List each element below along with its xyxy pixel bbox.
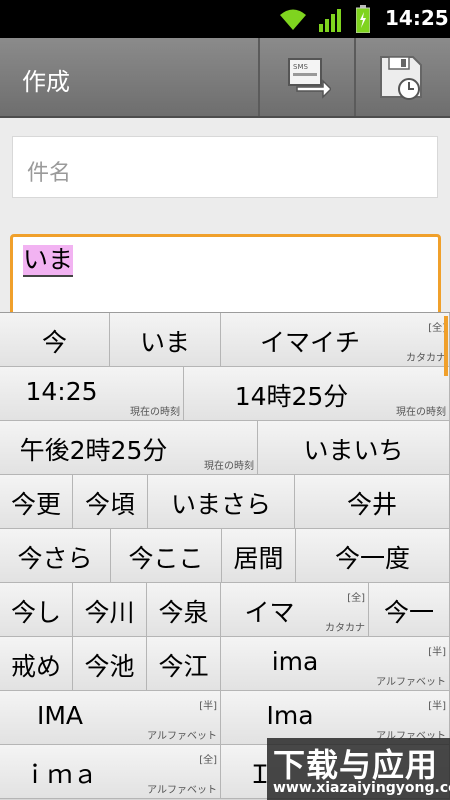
save-icon	[380, 56, 422, 100]
svg-text:SMS: SMS	[293, 63, 308, 71]
candidate-item[interactable]: 今更	[0, 475, 73, 529]
candidate-note: アルファベット	[147, 785, 217, 796]
candidate-item[interactable]: いまいち	[258, 421, 450, 475]
signal-icon	[319, 9, 341, 32]
candidate-item[interactable]: ima [半] アルファベット	[221, 637, 450, 691]
candidate-row: 今さら 今ここ 居間 今一度	[0, 529, 450, 583]
candidate-item[interactable]: 戒め	[0, 637, 73, 691]
status-bar: 14:25	[0, 0, 450, 38]
candidate-note: アルファベット	[376, 677, 446, 688]
candidate-item[interactable]: 今さら	[0, 529, 111, 583]
candidate-item[interactable]: 今ここ	[111, 529, 222, 583]
candidate-row: 今し 今川 今泉 イマ [全] カタカナ 今一	[0, 583, 450, 637]
candidate-word: ｉｍａ	[22, 760, 98, 789]
candidate-word: イマイチ	[259, 328, 360, 357]
candidate-item[interactable]: 今池	[73, 637, 147, 691]
candidate-word: 14時25分	[234, 382, 349, 411]
candidate-note-top: [半]	[428, 701, 446, 712]
candidate-word: 戒め	[10, 652, 61, 681]
candidate-note-top: [半]	[199, 701, 217, 712]
candidate-note-top: [全]	[347, 593, 365, 604]
candidate-item[interactable]: 今川	[73, 583, 147, 637]
candidate-word: 今さら	[17, 544, 93, 573]
candidate-note-top: [半]	[428, 647, 446, 658]
candidate-item[interactable]: Ima [半] アルファベット	[221, 691, 450, 745]
battery-icon	[356, 5, 370, 33]
page-title: 作成	[22, 68, 70, 96]
candidate-note: アルファベット	[147, 731, 217, 742]
candidate-item[interactable]: 居間	[222, 529, 296, 583]
candidate-note: 現在の時刻	[396, 407, 446, 418]
candidate-item[interactable]: イマイチ [全] カタカナ	[221, 313, 450, 367]
candidate-word: 今	[41, 328, 67, 357]
candidate-item[interactable]: 今	[0, 313, 110, 367]
composing-text: いま	[23, 245, 74, 277]
send-button[interactable]: SMS	[258, 38, 352, 116]
candidate-item[interactable]: 14時25分 現在の時刻	[184, 367, 450, 421]
candidate-row: 今更 今頃 いまさら 今井	[0, 475, 450, 529]
candidate-word: イマ	[244, 598, 295, 627]
candidate-row: 今 いま イマイチ [全] カタカナ	[0, 313, 450, 367]
candidate-row: 14:25 現在の時刻 14時25分 現在の時刻	[0, 367, 450, 421]
subject-field[interactable]: 件名	[12, 136, 438, 198]
candidate-word: 今井	[346, 490, 397, 519]
candidate-word: 今一度	[334, 544, 410, 573]
candidate-note: カタカナ	[325, 623, 365, 634]
candidate-note: カタカナ	[406, 353, 446, 364]
message-body-field[interactable]: いま	[10, 234, 441, 324]
candidate-item[interactable]: 今頃	[73, 475, 148, 529]
candidate-word: 今ここ	[128, 544, 204, 573]
candidate-word: 今池	[84, 652, 135, 681]
candidate-item[interactable]: 今泉	[147, 583, 221, 637]
candidate-item[interactable]: 今江	[147, 637, 221, 691]
candidate-word: 今泉	[158, 598, 209, 627]
candidate-item[interactable]: 午後2時25分 現在の時刻	[0, 421, 258, 475]
candidate-word: 14:25	[25, 377, 98, 406]
candidate-word: いま	[139, 328, 190, 357]
save-button[interactable]	[354, 38, 448, 116]
candidate-word: IMA	[36, 701, 84, 730]
candidate-word: 今更	[10, 490, 61, 519]
candidate-row: 戒め 今池 今江 ima [半] アルファベット	[0, 637, 450, 691]
candidate-word: Ima	[266, 701, 314, 730]
status-clock: 14:25	[385, 6, 449, 30]
candidate-item[interactable]: IMA [半] アルファベット	[0, 691, 221, 745]
candidate-item[interactable]: 14:25 現在の時刻	[0, 367, 184, 421]
candidate-word: 今川	[84, 598, 135, 627]
candidate-row: IMA [半] アルファベット Ima [半] アルファベット	[0, 691, 450, 745]
watermark: 下载与应用 www.xiazaiyingyong.com	[267, 738, 450, 800]
candidate-note-top: [全]	[199, 755, 217, 766]
candidate-word: いまさら	[170, 490, 271, 519]
candidate-word: 今し	[10, 598, 61, 627]
candidate-item[interactable]: ｉｍａ [全] アルファベット	[0, 745, 221, 799]
candidate-item[interactable]: いまさら	[148, 475, 295, 529]
candidate-item[interactable]: 今し	[0, 583, 73, 637]
candidate-item[interactable]: イマ [全] カタカナ	[221, 583, 369, 637]
action-bar: 作成 SMS	[0, 38, 450, 118]
candidate-word: 今頃	[84, 490, 135, 519]
candidate-word: いまいち	[303, 436, 404, 465]
candidate-item[interactable]: いま	[110, 313, 221, 367]
subject-placeholder: 件名	[27, 161, 72, 186]
candidate-word: ima	[271, 647, 319, 676]
wifi-icon	[280, 9, 306, 30]
watermark-url: www.xiazaiyingyong.com	[273, 780, 450, 796]
candidate-item[interactable]: 今一度	[296, 529, 450, 583]
send-icon: SMS	[288, 58, 331, 99]
candidates-scrollbar[interactable]	[444, 316, 448, 376]
candidate-word: 午後2時25分	[19, 436, 168, 465]
candidate-word: 今一	[383, 598, 434, 627]
candidate-row: 午後2時25分 現在の時刻 いまいち	[0, 421, 450, 475]
candidate-note: 現在の時刻	[130, 407, 180, 418]
candidate-word: 今江	[158, 652, 209, 681]
conversion-candidates-panel: 今 いま イマイチ [全] カタカナ 14:25 現在の時刻 14時25分 現在…	[0, 312, 450, 800]
candidate-item[interactable]: 今一	[369, 583, 450, 637]
compose-area: 件名 いま	[0, 118, 450, 324]
candidate-word: 居間	[233, 544, 284, 573]
candidate-note: 現在の時刻	[204, 461, 254, 472]
candidate-item[interactable]: 今井	[295, 475, 450, 529]
